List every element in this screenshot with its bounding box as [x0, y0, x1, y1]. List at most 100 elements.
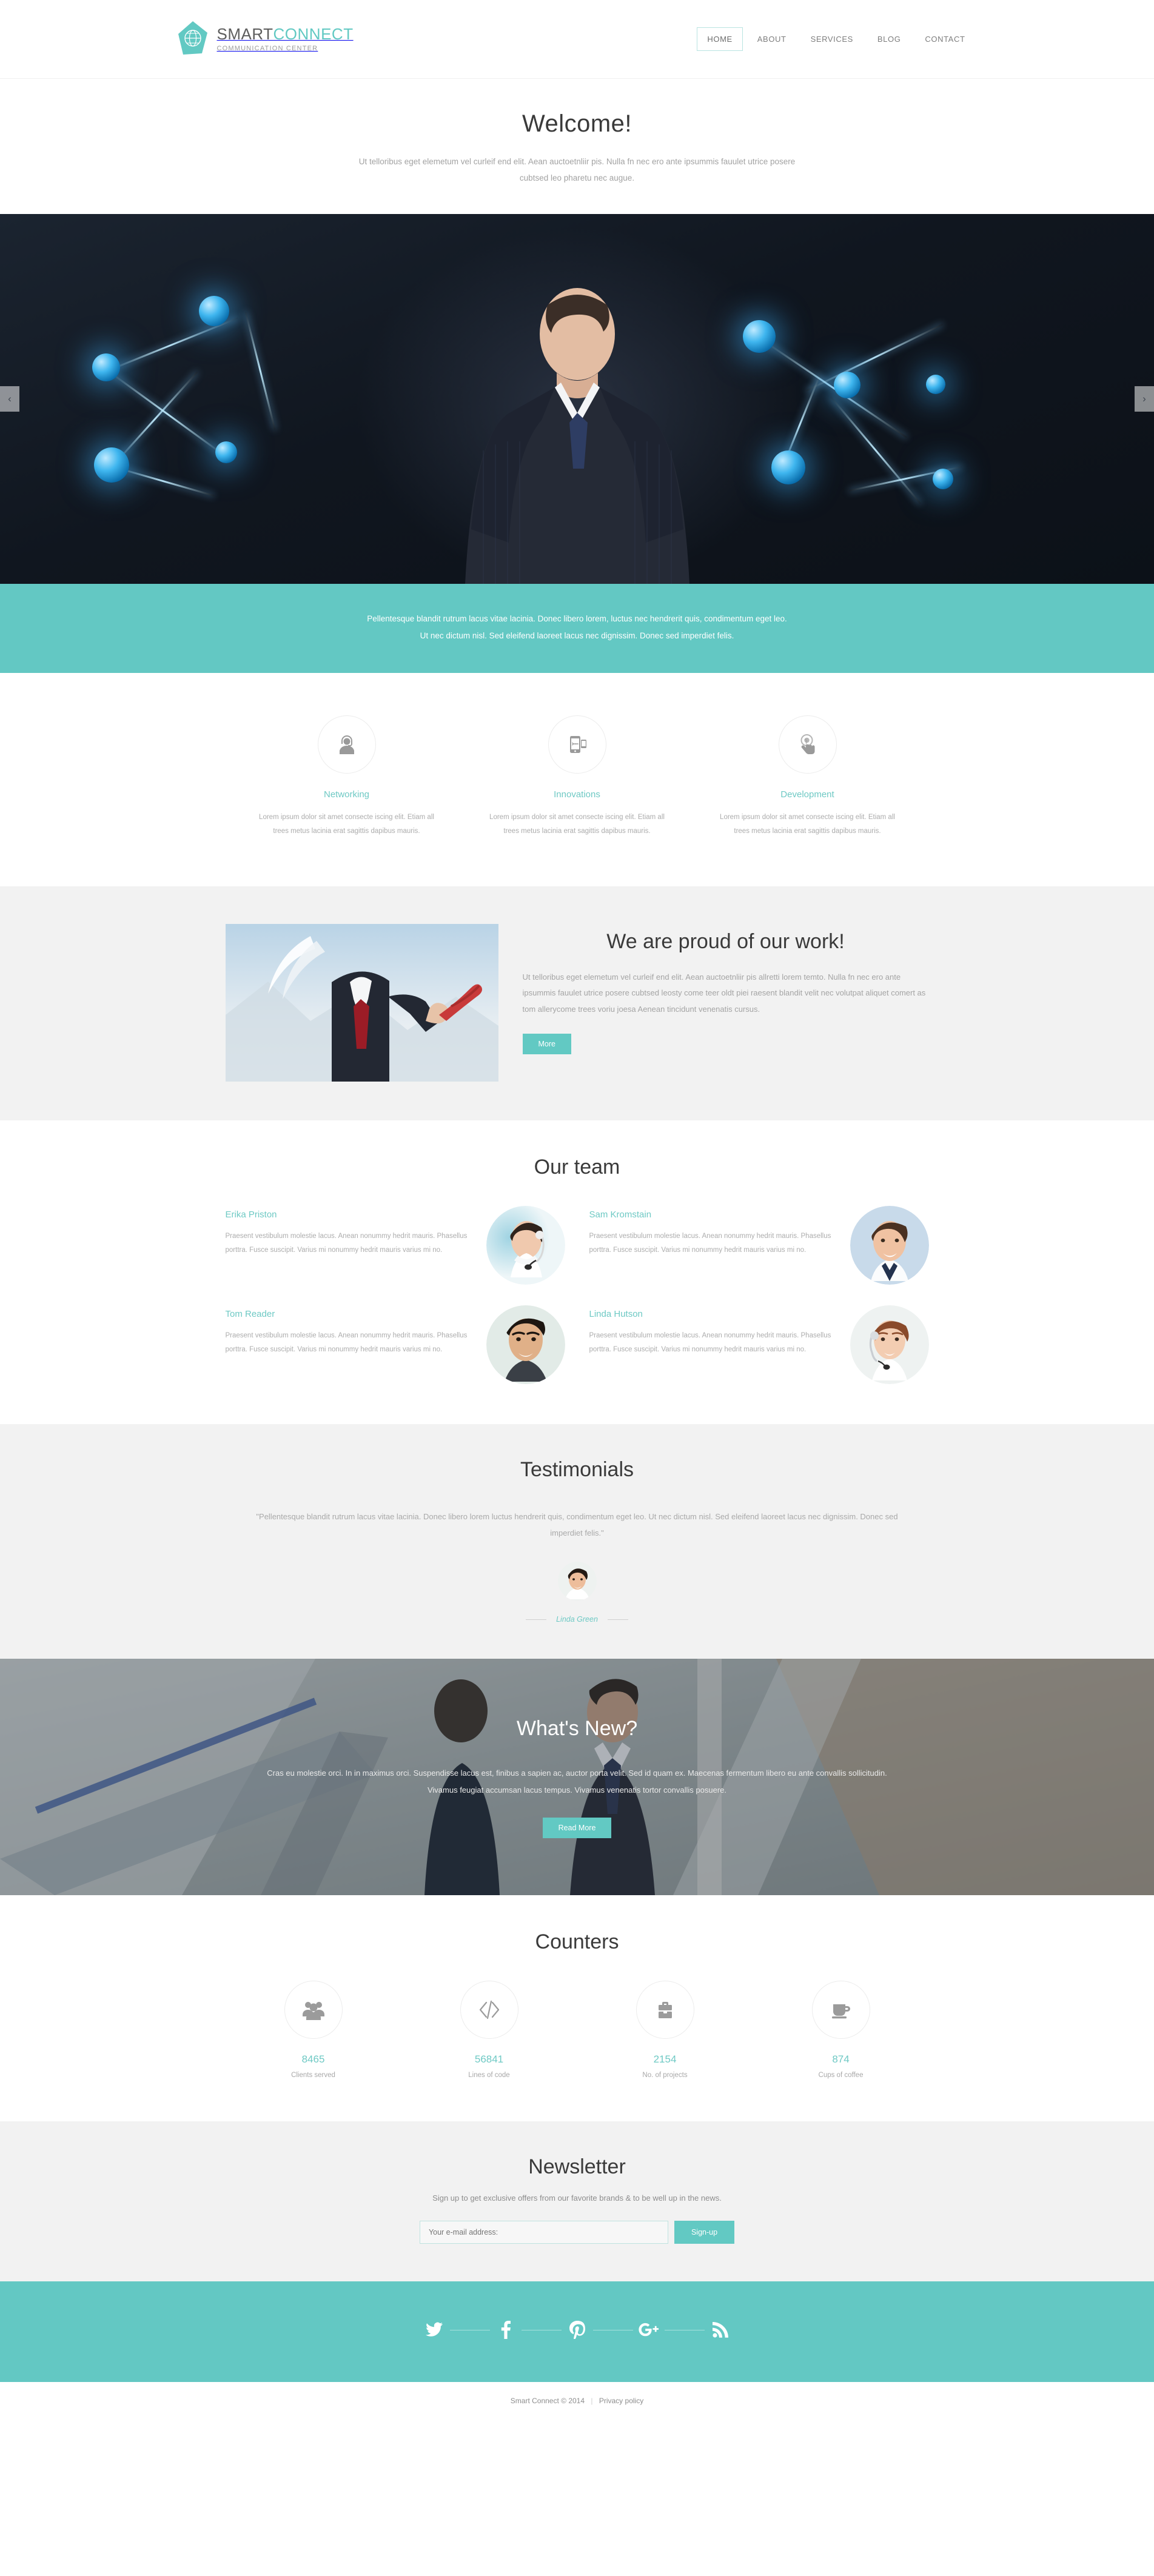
counters-section: Counters 8465 Clients served 56841 Lines… [0, 1895, 1154, 2122]
counter-label: No. of projects [642, 2072, 688, 2079]
proud-title: We are proud of our work! [606, 929, 845, 953]
caption-line-1: Pellentesque blandit rutrum lacus vitae … [367, 614, 787, 623]
proud-more-button[interactable]: More [522, 1033, 571, 1054]
service-title: Development [780, 789, 834, 800]
rule-left [526, 1619, 547, 1620]
counter-label: Clients served [291, 2072, 335, 2079]
nav-item-contact[interactable]: CONTACT [915, 28, 975, 50]
newsletter-title: Newsletter [528, 2155, 626, 2179]
whats-new-text: Cras eu molestie orci. In in maximus orc… [267, 1768, 887, 1795]
nav-item-home[interactable]: HOME [697, 27, 743, 51]
avatar [850, 1305, 929, 1384]
counter-cups-of-coffee: 874 Cups of coffee [753, 1981, 929, 2079]
code-brackets-icon [460, 1981, 518, 2039]
testimonial-avatar [557, 1562, 597, 1601]
facebook-icon[interactable] [490, 2315, 522, 2344]
counter-value: 874 [832, 2053, 850, 2066]
proud-image [225, 923, 498, 1082]
site-header: SMARTCONNECT COMMUNICATION CENTER HOME A… [0, 0, 1154, 79]
proud-text: Ut telloribus eget elemetum vel curleif … [522, 972, 926, 1014]
team-member[interactable]: Erika Priston Praesent vestibulum molest… [225, 1205, 565, 1285]
service-description: Lorem ipsum dolor sit amet consecte isci… [259, 813, 434, 835]
team-member-description: Praesent vestibulum molestie lacus. Anea… [589, 1232, 831, 1254]
brand-logo[interactable]: SMARTCONNECT COMMUNICATION CENTER [153, 21, 354, 58]
team-member[interactable]: Linda Hutson Praesent vestibulum molesti… [589, 1305, 929, 1384]
newsletter-email-input[interactable] [419, 2221, 668, 2244]
main-navigation: HOME ABOUT SERVICES BLOG CONTACT [694, 27, 1001, 51]
welcome-section: Welcome! Ut telloribus eget elemetum vel… [0, 79, 1154, 214]
team-member-name: Tom Reader [225, 1308, 275, 1319]
slider-next-button[interactable]: › [1135, 386, 1154, 412]
proud-section: We are proud of our work! Ut telloribus … [0, 886, 1154, 1120]
footer-divider: | [591, 2397, 593, 2406]
team-section: Our team Erika Priston Praesent vestibul… [0, 1120, 1154, 1424]
team-member[interactable]: Tom Reader Praesent vestibulum molestie … [226, 1305, 565, 1384]
newsletter-subtitle: Sign up to get exclusive offers from our… [432, 2193, 722, 2203]
twitter-icon[interactable] [418, 2315, 450, 2344]
avatar [486, 1305, 565, 1384]
newsletter-section: Newsletter Sign up to get exclusive offe… [0, 2121, 1154, 2282]
copyright-text: Smart Connect © 2014 [510, 2397, 585, 2406]
counters-title: Counters [535, 1930, 619, 1954]
brand-name-primary: SMART [216, 25, 273, 43]
avatar [486, 1205, 565, 1285]
service-description: Lorem ipsum dolor sit amet consecte isci… [720, 813, 895, 835]
counter-value: 2154 [653, 2053, 677, 2066]
team-member-name: Erika Priston [225, 1209, 277, 1220]
counter-lines-of-code: 56841 Lines of code [401, 1981, 577, 2079]
service-card-innovations[interactable]: Innovations Lorem ipsum dolor sit amet c… [462, 715, 693, 839]
rss-icon[interactable] [705, 2315, 736, 2344]
counter-label: Lines of code [468, 2072, 510, 2079]
avatar [850, 1205, 929, 1285]
service-card-networking[interactable]: Networking Lorem ipsum dolor sit amet co… [232, 715, 462, 839]
nav-item-services[interactable]: SERVICES [801, 28, 863, 50]
google-plus-icon[interactable] [633, 2315, 665, 2344]
team-member[interactable]: Sam Kromstain Praesent vestibulum molest… [589, 1205, 929, 1285]
whats-new-section: What's New? Cras eu molestie orci. In in… [0, 1659, 1154, 1896]
newsletter-signup-button[interactable]: Sign-up [674, 2221, 735, 2244]
service-card-development[interactable]: Development Lorem ipsum dolor sit amet c… [693, 715, 923, 839]
service-title: Networking [323, 789, 370, 800]
headset-support-icon [317, 715, 376, 774]
testimonials-section: Testimonials "Pellentesque blandit rutru… [0, 1423, 1154, 1659]
whats-new-read-more-button[interactable]: Read More [542, 1818, 612, 1838]
site-footer: Smart Connect © 2014 | Privacy policy [0, 2382, 1154, 2421]
hero-background-image [0, 214, 1154, 584]
testimonial-author-row: Linda Green [0, 1615, 1154, 1624]
privacy-policy-link[interactable]: Privacy policy [599, 2397, 643, 2405]
globe-pentagon-logo-icon [177, 21, 209, 58]
caption-line-2: Ut nec dictum nisl. Sed eleifend laoreet… [420, 631, 734, 641]
briefcase-icon [636, 1981, 694, 2039]
hero-slider: ‹ › [0, 214, 1154, 584]
team-member-name: Sam Kromstain [589, 1209, 652, 1220]
whats-new-title: What's New? [516, 1717, 638, 1741]
counter-clients-served: 8465 Clients served [226, 1981, 401, 2079]
rule-right [607, 1619, 628, 1620]
services-section: Networking Lorem ipsum dolor sit amet co… [0, 672, 1154, 886]
team-member-description: Praesent vestibulum molestie lacus. Anea… [225, 1331, 468, 1354]
testimonial-quote: "Pellentesque blandit rutrum lacus vitae… [256, 1511, 898, 1538]
touch-hand-icon [778, 715, 837, 774]
service-description: Lorem ipsum dolor sit amet consecte isci… [489, 813, 665, 835]
hero-caption-bar: Pellentesque blandit rutrum lacus vitae … [0, 584, 1154, 673]
hero-businessman [465, 288, 689, 584]
team-member-name: Linda Hutson [589, 1308, 643, 1319]
testimonial-author: Linda Green [556, 1615, 598, 1624]
welcome-text: Ut telloribus eget elemetum vel curleif … [358, 157, 796, 182]
counter-no-of-projects: 2154 No. of projects [577, 1981, 753, 2079]
pinterest-icon[interactable] [562, 2315, 593, 2344]
counter-label: Cups of coffee [818, 2072, 864, 2079]
slider-prev-button[interactable]: ‹ [0, 386, 19, 412]
team-member-description: Praesent vestibulum molestie lacus. Anea… [589, 1331, 831, 1354]
users-group-icon [284, 1981, 343, 2039]
nav-item-blog[interactable]: BLOG [868, 28, 911, 50]
newsletter-form: Sign-up [0, 2221, 1154, 2244]
coffee-cup-icon [811, 1981, 870, 2039]
social-bar [0, 2281, 1154, 2383]
testimonials-title: Testimonials [520, 1457, 634, 1481]
team-title: Our team [534, 1155, 620, 1179]
mobile-sync-icon [548, 715, 606, 774]
service-title: Innovations [554, 789, 600, 800]
counter-value: 56841 [474, 2053, 504, 2066]
nav-item-about[interactable]: ABOUT [748, 28, 796, 50]
